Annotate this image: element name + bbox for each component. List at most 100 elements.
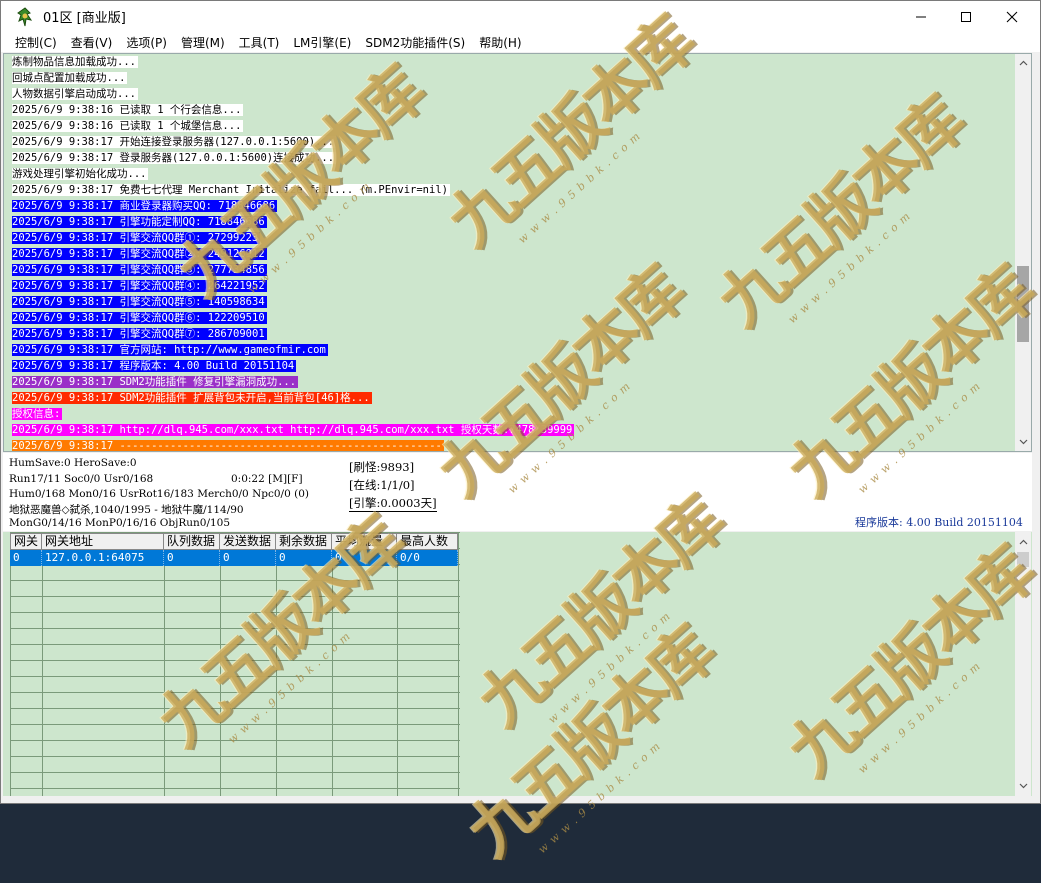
status-line-monster: 地狱恶魔兽◇弑杀,1040/1995 - 地狱牛魔/114/90 — [9, 504, 244, 516]
table-cell: 0 — [220, 550, 276, 566]
log-line: 2025/6/9 9:38:17 SDM2功能插件 扩展背包未开启,当前背包[4… — [12, 390, 1012, 406]
log-line: 2025/6/9 9:38:17 SDM2功能插件 修复引擎漏洞成功... — [12, 374, 1012, 390]
table-cell: 0 — [276, 550, 332, 566]
log-line: 2025/6/9 9:38:17 程序版本: 4.00 Build 201511… — [12, 358, 1012, 374]
log-line: 2025/6/9 9:38:16 已读取 1 个行会信息... — [12, 102, 1012, 118]
log-line: 2025/6/9 9:38:17 引擎交流QQ群⑦: 286709001 — [12, 326, 1012, 342]
column-header[interactable]: 队列数据 — [164, 533, 220, 550]
log-line-text: 回城点配置加载成功... — [12, 72, 128, 84]
gate-table-panel[interactable]: 网关 网关地址 队列数据 发送数据 剩余数据 平均流量 最高人数 0 127.0.0.1:64… — [3, 532, 1032, 796]
log-line-text: 2025/6/9 9:38:17 http://dlq.945.com/xxx.… — [12, 424, 575, 436]
log-line-text: 2025/6/9 9:38:17 引擎交流QQ群⑦: 286709001 — [12, 328, 267, 340]
menu-item[interactable]: 选项(P) — [119, 34, 174, 51]
log-line: 2025/6/9 9:38:17 引擎交流QQ群⑥: 122209510 — [12, 310, 1012, 326]
grid-line — [397, 532, 398, 796]
refresh-monster-label: [刷怪:9893] — [349, 460, 415, 474]
gate-table-header: 网关 网关地址 队列数据 发送数据 剩余数据 平均流量 最高人数 — [10, 533, 458, 550]
status-line-time: 0:0:22 [M][F] — [231, 473, 303, 485]
log-line: 2025/6/9 9:38:17 商业登录器购买QQ: 718846686 — [12, 198, 1012, 214]
column-header[interactable]: 网关地址 — [42, 533, 164, 550]
minimize-button[interactable] — [898, 1, 944, 32]
log-line-text: 2025/6/9 9:38:17 程序版本: 4.00 Build 201511… — [12, 360, 297, 372]
table-cell: 0 — [10, 550, 42, 566]
status-line-mong: MonG0/14/16 MonP0/16/16 ObjRun0/105 — [9, 517, 231, 529]
close-icon — [1006, 11, 1018, 22]
maximize-button[interactable] — [943, 1, 989, 32]
log-line-text: 2025/6/9 9:38:16 已读取 1 个行会信息... — [12, 104, 244, 116]
gate-scroll-thumb[interactable] — [1017, 552, 1029, 567]
menu-item[interactable]: 工具(T) — [232, 34, 287, 51]
grid-line — [276, 532, 277, 796]
grid-line — [42, 532, 43, 796]
menu-item[interactable]: 帮助(H) — [472, 34, 528, 51]
log-line: 2025/6/9 9:38:17 引擎交流QQ群⑤: 140598634 — [12, 294, 1012, 310]
status-line-hum: Hum0/168 Mon0/16 UsrRot16/183 Merch0/0 N… — [9, 488, 309, 500]
table-cell: 0/0 — [397, 550, 458, 566]
window-title: 01区 [商业版] — [43, 11, 126, 26]
table-cell: 0 — [332, 550, 397, 566]
menu-item[interactable]: 查看(V) — [64, 34, 120, 51]
scroll-up-icon[interactable] — [1015, 55, 1031, 71]
grid-line — [332, 532, 333, 796]
scroll-up-icon[interactable] — [1015, 534, 1031, 550]
column-header[interactable]: 发送数据 — [220, 533, 276, 550]
log-scroll-thumb[interactable] — [1017, 266, 1029, 342]
column-header[interactable]: 最高人数 — [397, 533, 458, 550]
log-line-text: 游戏处理引擎初始化成功... — [12, 168, 149, 180]
log-line-text: 2025/6/9 9:38:17 SDM2功能插件 扩展背包未开启,当前背包[4… — [12, 392, 372, 404]
log-line-text: 2025/6/9 9:38:17 登录服务器(127.0.0.1:5600)连接… — [12, 152, 337, 164]
close-button[interactable] — [989, 1, 1035, 32]
log-line-text: 2025/6/9 9:38:17 开始连接登录服务器(127.0.0.1:560… — [12, 136, 337, 148]
log-line: 2025/6/9 9:38:17 引擎交流QQ群②: 249126912 — [12, 246, 1012, 262]
scroll-down-icon[interactable] — [1015, 434, 1031, 450]
menu-item[interactable]: 管理(M) — [174, 34, 232, 51]
log-line: 回城点配置加载成功... — [12, 70, 1012, 86]
gate-grid — [10, 532, 460, 796]
log-line-text: 2025/6/9 9:38:17 引擎功能定制QQ: 718846686 — [12, 216, 267, 228]
log-line: 2025/6/9 9:38:17 引擎功能定制QQ: 718846686 — [12, 214, 1012, 230]
log-line-text: 2025/6/9 9:38:17 引擎交流QQ群⑤: 140598634 — [12, 296, 267, 308]
log-line-text: 2025/6/9 9:38:17 引擎交流QQ群①: 27299223 — [12, 232, 261, 244]
log-line-text: 炼制物品信息加载成功... — [12, 56, 138, 68]
column-header[interactable]: 剩余数据 — [276, 533, 332, 550]
log-line: 2025/6/9 9:38:17 -----------------------… — [12, 438, 1012, 452]
menu-item[interactable]: LM引擎(E) — [286, 34, 358, 51]
title-bar[interactable]: 01区 [商业版] — [1, 1, 1040, 32]
log-line-text: 2025/6/9 9:38:17 官方网站: http://www.gameof… — [12, 344, 328, 356]
log-line-text: 人物数据引擎启动成功... — [12, 88, 138, 100]
table-cell: 127.0.0.1:64075 — [42, 550, 164, 566]
scroll-down-icon[interactable] — [1015, 778, 1031, 794]
log-lines: 炼制物品信息加载成功... 回城点配置加载成功... 人物数据引擎启动成功... 20… — [12, 54, 1012, 452]
column-header[interactable]: 网关 — [10, 533, 42, 550]
log-line: 2025/6/9 9:38:17 官方网站: http://www.gameof… — [12, 342, 1012, 358]
online-label: [在线:1/1/0] — [349, 478, 415, 492]
log-line-text: 2025/6/9 9:38:17 -----------------------… — [12, 440, 444, 452]
app-window: 01区 [商业版] 控制(C) 查看(V) 选项(P) 管理(M) 工具(T) LM引擎(… — [0, 0, 1041, 871]
log-line: 2025/6/9 9:38:17 登录服务器(127.0.0.1:5600)连接… — [12, 150, 1012, 166]
gate-scrollbar[interactable] — [1015, 532, 1031, 796]
log-panel[interactable]: 炼制物品信息加载成功... 回城点配置加载成功... 人物数据引擎启动成功... 20… — [3, 53, 1032, 452]
log-line: 授权信息: — [12, 406, 1012, 422]
log-line: 2025/6/9 9:38:17 开始连接登录服务器(127.0.0.1:560… — [12, 134, 1012, 150]
log-line: 2025/6/9 9:38:17 免费七七代理 Merchant Initali… — [12, 182, 1012, 198]
status-line-run: Run17/11 Soc0/0 Usr0/168 — [9, 473, 154, 485]
log-line-text: 授权信息: — [12, 408, 63, 420]
log-scrollbar[interactable] — [1015, 54, 1031, 451]
log-line-text: 2025/6/9 9:38:17 引擎交流QQ群⑥: 122209510 — [12, 312, 267, 324]
log-line: 2025/6/9 9:38:17 引擎交流QQ群①: 27299223 — [12, 230, 1012, 246]
grid-line — [164, 532, 165, 796]
log-line: 人物数据引擎启动成功... — [12, 86, 1012, 102]
minimize-icon — [916, 16, 926, 17]
status-panel: HumSave:0 HeroSave:0 Run17/11 Soc0/0 Usr… — [3, 453, 1032, 531]
menu-item[interactable]: 控制(C) — [8, 34, 64, 51]
log-line-text: 2025/6/9 9:38:17 引擎交流QQ群④: 264221952 — [12, 280, 267, 292]
grid-line — [220, 532, 221, 796]
log-line: 2025/6/9 9:38:17 http://dlq.945.com/xxx.… — [12, 422, 1012, 438]
menu-item[interactable]: SDM2功能插件(S) — [358, 34, 472, 51]
log-line: 2025/6/9 9:38:17 引擎交流QQ群④: 264221952 — [12, 278, 1012, 294]
log-line-text: 2025/6/9 9:38:16 已读取 1 个城堡信息... — [12, 120, 244, 132]
menu-bar: 控制(C) 查看(V) 选项(P) 管理(M) 工具(T) LM引擎(E) SDM2功能插件… — [1, 32, 1040, 52]
column-header[interactable]: 平均流量 — [332, 533, 397, 550]
table-row[interactable]: 0 127.0.0.1:64075 0 0 0 0 0/0 — [10, 550, 458, 566]
maximize-icon — [961, 11, 971, 22]
